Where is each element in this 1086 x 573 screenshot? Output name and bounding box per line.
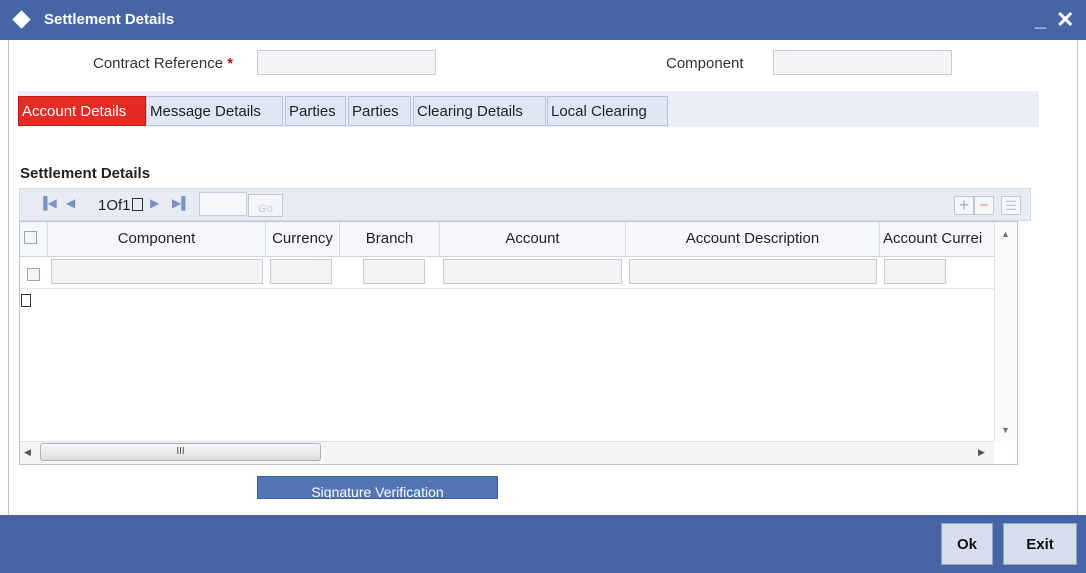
tab-parties-2[interactable]: Parties (348, 96, 411, 126)
minimize-button[interactable]: _ (1035, 9, 1046, 32)
page-box-icon (131, 198, 143, 211)
app-diamond-icon (12, 10, 31, 29)
first-page-icon[interactable]: ▐◀ (39, 196, 57, 210)
footer-bar (0, 515, 1086, 573)
last-page-icon[interactable]: ▶▌ (172, 196, 190, 210)
exit-button[interactable]: Exit (1003, 523, 1077, 565)
settlement-grid (19, 221, 1018, 465)
column-account-currency[interactable]: Account Currei (880, 222, 994, 256)
scroll-up-icon[interactable]: ▲ (1001, 229, 1010, 239)
column-account-description[interactable]: Account Description (626, 222, 880, 256)
account-currency-cell[interactable] (884, 259, 946, 284)
page-indicator-text: 1Of1 (98, 197, 131, 214)
add-row-icon[interactable]: + (954, 196, 974, 215)
left-border (8, 40, 9, 534)
signature-verification-button[interactable]: Signature Verification (257, 476, 498, 499)
checkbox-column-header (20, 222, 48, 256)
title-bar: Settlement Details _ ✕ (0, 0, 1086, 40)
horizontal-scroll-thumb[interactable]: III (40, 443, 321, 461)
currency-cell[interactable] (270, 259, 332, 284)
column-branch[interactable]: Branch (340, 222, 440, 256)
list-view-icon[interactable]: ☰ (1001, 196, 1021, 215)
contract-reference-input[interactable] (257, 50, 436, 75)
tab-message-details[interactable]: Message Details (146, 96, 283, 126)
component-cell[interactable] (51, 259, 263, 284)
tab-clearing-details[interactable]: Clearing Details (413, 96, 546, 126)
scroll-down-icon[interactable]: ▼ (1001, 425, 1010, 435)
ok-button[interactable]: Ok (941, 523, 993, 565)
contract-reference-label-text: Contract Reference (93, 55, 224, 72)
scroll-left-icon[interactable]: ◀ (24, 447, 31, 458)
page-indicator: 1Of1 (98, 197, 143, 214)
right-border (1077, 40, 1078, 534)
contract-reference-label: Contract Reference * (93, 55, 233, 72)
account-cell[interactable] (443, 259, 622, 284)
tab-local-clearing[interactable]: Local Clearing (547, 96, 668, 126)
column-account[interactable]: Account (440, 222, 626, 256)
scroll-right-icon[interactable]: ▶ (978, 447, 985, 458)
component-input[interactable] (773, 50, 952, 75)
account-description-cell[interactable] (629, 259, 877, 284)
required-marker: * (227, 55, 234, 72)
component-label: Component (666, 55, 744, 72)
previous-page-icon[interactable]: ◀ (66, 196, 75, 210)
window-title: Settlement Details (44, 11, 175, 28)
close-button[interactable]: ✕ (1056, 7, 1074, 33)
tab-parties-1[interactable]: Parties (285, 96, 346, 126)
page-number-input[interactable] (199, 192, 247, 216)
branch-cell[interactable] (363, 259, 425, 284)
settlement-details-heading: Settlement Details (20, 165, 151, 182)
delete-row-icon[interactable]: − (974, 196, 994, 215)
next-page-icon[interactable]: ▶ (150, 196, 159, 210)
grid-toolbar (19, 188, 1031, 221)
row-checkbox[interactable] (27, 268, 40, 281)
column-component[interactable]: Component (48, 222, 266, 256)
vertical-scrollbar[interactable] (994, 222, 1017, 441)
column-currency[interactable]: Currency (266, 222, 340, 256)
placeholder-box-icon (21, 294, 31, 307)
tab-account-details[interactable]: Account Details (18, 96, 146, 126)
row-separator (20, 288, 994, 289)
go-button[interactable]: Go (248, 194, 283, 217)
